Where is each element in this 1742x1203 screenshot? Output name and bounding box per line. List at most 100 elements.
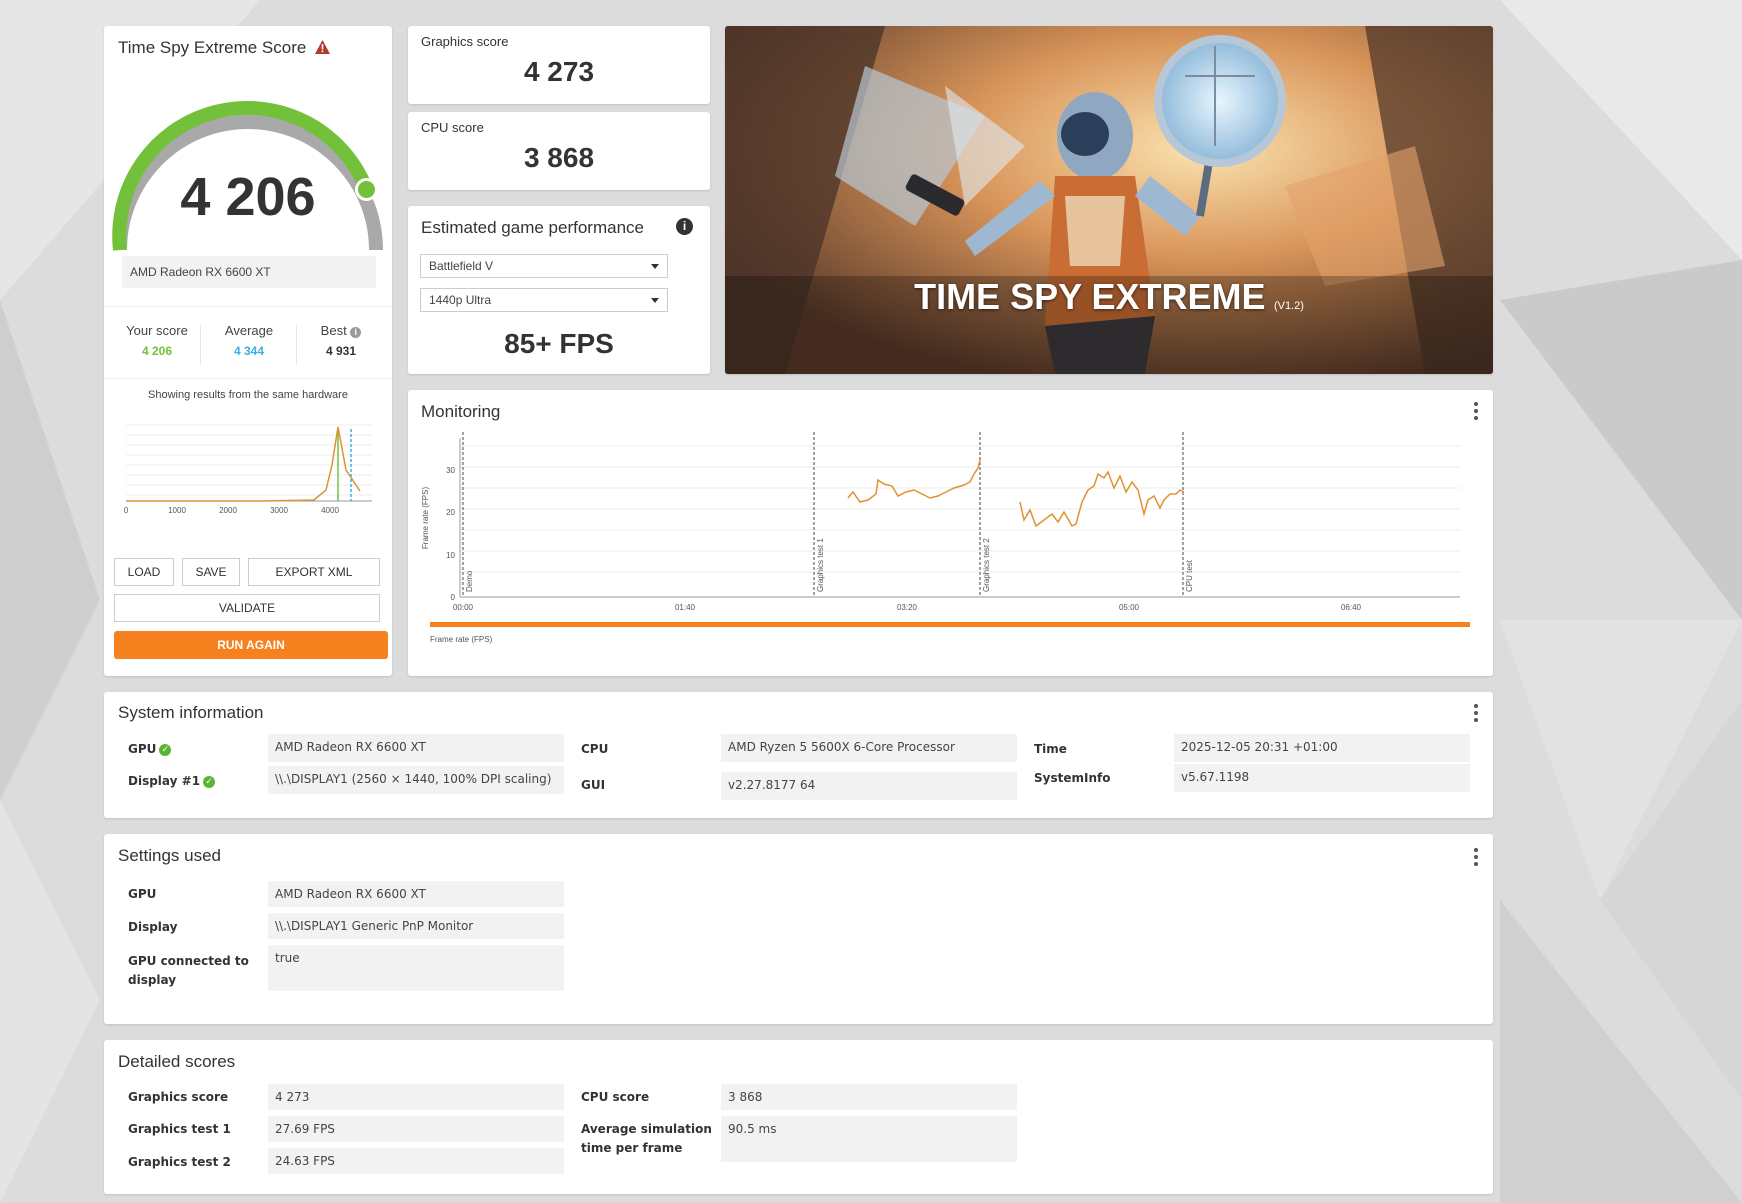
info-icon[interactable]: i <box>350 327 362 338</box>
save-button[interactable]: SAVE <box>182 558 240 586</box>
estimated-fps: 85+ FPS <box>504 328 614 359</box>
monitoring-title: Monitoring <box>421 402 501 421</box>
svg-text:4000: 4000 <box>321 506 339 515</box>
svg-text:00:00: 00:00 <box>453 603 474 612</box>
detailed-title: Detailed scores <box>118 1052 236 1071</box>
svg-text:Frame rate (FPS): Frame rate (FPS) <box>421 487 430 550</box>
svg-text:3000: 3000 <box>270 506 288 515</box>
svg-text:05:00: 05:00 <box>1119 603 1140 612</box>
cpu-value: AMD Ryzen 5 5600X 6-Core Processor <box>721 734 1017 762</box>
svg-text:Graphics test 2: Graphics test 2 <box>982 538 991 592</box>
more-menu-icon[interactable] <box>1474 848 1478 869</box>
detailed-scores-card: Detailed scores Graphics score 4 273 Gra… <box>104 1040 1493 1194</box>
svg-text:CPU test: CPU test <box>1185 559 1194 592</box>
settings-connected-value: true <box>268 945 564 991</box>
time-value: 2025-12-05 20:31 +01:00 <box>1174 734 1470 762</box>
svg-text:03:20: 03:20 <box>897 603 918 612</box>
svg-text:Frame rate (FPS): Frame rate (FPS) <box>430 635 493 644</box>
system-info-title: System information <box>118 703 264 722</box>
svg-text:01:40: 01:40 <box>675 603 696 612</box>
monitoring-chart: 0 10 20 30 00:00 01:40 03:20 05:00 06:40… <box>421 432 1470 644</box>
monitoring-card: Monitoring 0 10 20 30 00:00 01:40 03:20 … <box>408 390 1493 676</box>
validate-button[interactable]: VALIDATE <box>114 594 380 622</box>
detail-cpu-score-value: 3 868 <box>721 1084 1017 1110</box>
warning-icon[interactable] <box>315 40 331 54</box>
detail-sim-label: Average simulation time per frame <box>581 1122 712 1155</box>
system-information-card: System information GPU ✓ AMD Radeon RX 66… <box>104 692 1493 818</box>
detail-graphics-score-label: Graphics score <box>128 1090 229 1104</box>
detail-gt2-value: 24.63 FPS <box>268 1148 564 1174</box>
cpu-score-value: 3 868 <box>523 142 595 173</box>
banner-artwork <box>725 26 1493 374</box>
settings-display-value: \\.\DISPLAY1 Generic PnP Monitor <box>268 913 564 939</box>
cpu-score-label: CPU score <box>421 120 484 135</box>
divider <box>200 325 201 365</box>
svg-text:2000: 2000 <box>219 506 237 515</box>
gui-value: v2.27.8177 64 <box>721 772 1017 800</box>
cpu-label: CPU <box>581 742 609 756</box>
settings-title: Settings used <box>118 846 222 865</box>
average-col: Average 4 344 <box>202 323 296 358</box>
svg-text:Graphics test 1: Graphics test 1 <box>816 538 825 592</box>
graphics-score-value: 4 273 <box>523 56 595 87</box>
detail-sim-value: 90.5 ms <box>721 1116 1017 1162</box>
graphics-score-label: Graphics score <box>421 34 509 49</box>
score-card: Time Spy Extreme Score 4 206 AMD Radeon … <box>104 26 392 676</box>
cpu-score-card: CPU score 3 868 <box>408 112 710 190</box>
gpu-value: AMD Radeon RX 6600 XT <box>268 734 564 762</box>
average-value: 4 344 <box>233 344 265 358</box>
detail-cpu-score-label: CPU score <box>581 1090 650 1104</box>
svg-text:1000: 1000 <box>168 506 186 515</box>
info-icon[interactable]: i <box>676 218 693 235</box>
score-histogram: 0 1000 2000 3000 4000 <box>124 424 372 515</box>
best-value: 4 931 <box>325 344 357 358</box>
display-label: Display #1 ✓ <box>128 774 216 788</box>
your-score-value: 4 206 <box>141 344 173 358</box>
fps-line-test1 <box>847 459 981 503</box>
preset-select[interactable]: 1440p Ultra <box>420 288 668 312</box>
settings-display-label: Display <box>128 920 178 934</box>
chevron-down-icon <box>651 264 659 269</box>
benchmark-banner: TIME SPY EXTREME (V1.2) <box>725 26 1493 374</box>
detail-gt1-value: 27.69 FPS <box>268 1116 564 1142</box>
estimated-title: Estimated game performance <box>421 218 644 237</box>
gpu-label: GPU ✓ <box>128 742 172 756</box>
game-select[interactable]: Battlefield V <box>420 254 668 278</box>
banner-title: TIME SPY EXTREME (V1.2) <box>914 276 1304 317</box>
export-xml-button[interactable]: EXPORT XML <box>248 558 380 586</box>
svg-text:10: 10 <box>446 551 455 560</box>
check-icon: ✓ <box>203 775 216 788</box>
chevron-down-icon <box>651 298 659 303</box>
detail-gt1-label: Graphics test 1 <box>128 1122 231 1136</box>
estimated-performance-card: Estimated game performance i Battlefield… <box>408 206 710 374</box>
detail-gt2-label: Graphics test 2 <box>128 1155 231 1169</box>
more-menu-icon[interactable] <box>1474 402 1478 423</box>
settings-gpu-value: AMD Radeon RX 6600 XT <box>268 881 564 907</box>
svg-text:20: 20 <box>446 508 455 517</box>
check-icon: ✓ <box>159 743 172 756</box>
settings-gpu-label: GPU <box>128 887 157 901</box>
hardware-note: Showing results from the same hardware <box>148 389 348 401</box>
load-button[interactable]: LOAD <box>114 558 174 586</box>
graphics-score-card: Graphics score 4 273 <box>408 26 710 104</box>
settings-connected-label: GPU connected to display <box>128 954 249 987</box>
run-again-button[interactable]: RUN AGAIN <box>114 631 388 659</box>
detail-graphics-score-value: 4 273 <box>268 1084 564 1110</box>
time-label: Time <box>1034 742 1067 756</box>
more-menu-icon[interactable] <box>1474 704 1478 725</box>
svg-text:0: 0 <box>451 593 456 602</box>
systeminfo-value: v5.67.1198 <box>1174 764 1470 792</box>
divider <box>296 325 297 365</box>
score-card-title: Time Spy Extreme Score <box>118 38 331 58</box>
your-score-col: Your score 4 206 <box>112 323 202 358</box>
overall-score: 4 206 <box>180 167 316 227</box>
gui-label: GUI <box>581 778 606 792</box>
display-value: \\.\DISPLAY1 (2560 × 1440, 100% DPI scal… <box>268 766 564 794</box>
svg-text:30: 30 <box>446 466 455 475</box>
settings-used-card: Settings used GPU AMD Radeon RX 6600 XT … <box>104 834 1493 1024</box>
svg-text:0: 0 <box>124 506 129 515</box>
svg-text:06:40: 06:40 <box>1341 603 1362 612</box>
fps-line-test2 <box>1019 470 1185 528</box>
histogram-panel: Showing results from the same hardware 0… <box>104 378 392 549</box>
systeminfo-label: SystemInfo <box>1034 771 1111 785</box>
